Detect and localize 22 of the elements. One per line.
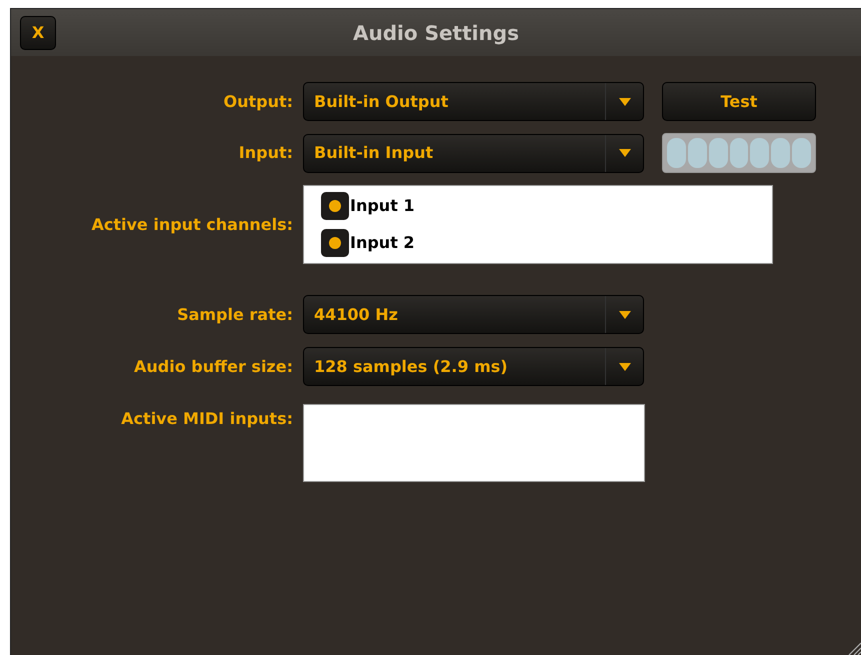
window-title: Audio Settings xyxy=(353,20,519,46)
dropdown[interactable]: 128 samples (2.9 ms) xyxy=(303,347,644,386)
checkbox-label[interactable]: Input 2 xyxy=(350,231,415,255)
field-label: Input: xyxy=(238,143,293,162)
checkbox-label[interactable]: Input 1 xyxy=(350,194,415,218)
resize-grip-icon[interactable] xyxy=(847,641,861,655)
checkbox[interactable] xyxy=(321,192,349,220)
test-button[interactable]: Test xyxy=(662,82,816,121)
dropdown-arrow-icon xyxy=(618,310,630,318)
field-label: Output: xyxy=(223,92,293,110)
dropdown[interactable]: Built-in Input xyxy=(303,134,644,172)
dropdown-arrow-icon xyxy=(618,149,630,157)
checkbox[interactable] xyxy=(321,229,349,257)
field-label: Sample rate: xyxy=(177,304,293,324)
dropdown-arrow-icon xyxy=(618,98,630,106)
close-button[interactable]: X xyxy=(20,16,56,50)
dropdown[interactable]: Built-in Output xyxy=(303,82,644,121)
field-label: Active MIDI inputs: xyxy=(121,409,293,428)
dropdown[interactable]: 44100 Hz xyxy=(303,295,644,334)
dropdown-arrow-icon xyxy=(618,362,630,370)
field-label: Active input channels: xyxy=(92,214,293,234)
field-label: Audio buffer size: xyxy=(134,356,293,376)
